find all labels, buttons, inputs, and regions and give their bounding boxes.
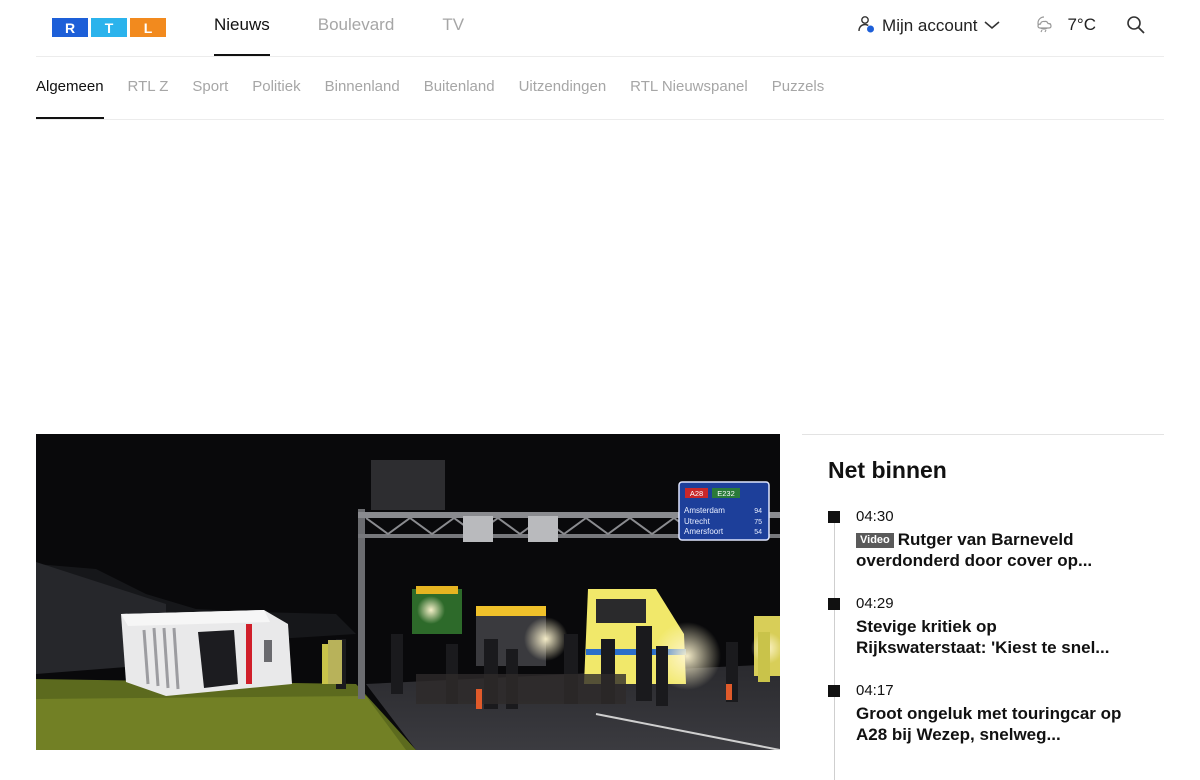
sign-city-1: Amsterdam <box>684 506 725 515</box>
timeline-dot <box>828 598 840 610</box>
sign-euro-number: E232 <box>717 489 735 498</box>
subnav-item-sport[interactable]: Sport <box>192 55 228 118</box>
sign-road-number: A28 <box>690 489 703 498</box>
search-button[interactable] <box>1126 15 1146 40</box>
nav-item-tv[interactable]: TV <box>442 0 464 53</box>
subnav-item-rtl-nieuwspanel[interactable]: RTL Nieuwspanel <box>630 55 748 118</box>
logo-letter-t: T <box>91 18 127 37</box>
sign-km-2: 75 <box>754 519 762 526</box>
overturned-bus <box>121 610 292 696</box>
account-menu[interactable]: Mijn account <box>856 14 1001 39</box>
sign-km-1: 94 <box>754 508 762 515</box>
headline-line-1: Stevige kritiek op <box>856 617 997 636</box>
subnav-item-buitenland[interactable]: Buitenland <box>424 55 495 118</box>
temperature: 7°C <box>1067 15 1096 34</box>
sub-nav: Algemeen RTL Z Sport Politiek Binnenland… <box>36 56 1164 120</box>
news-timeline: 04:30 Video Rutger van Barneveld overdond… <box>828 508 1164 780</box>
list-item[interactable]: 04:30 Video Rutger van Barneveld overdond… <box>828 508 1164 575</box>
headline-line-2: Rijkswaterstaat: 'Kiest te snel... <box>856 638 1110 657</box>
news-time: 04:17 <box>856 682 894 699</box>
sign-km-3: 54 <box>754 529 762 536</box>
subnav-item-uitzendingen[interactable]: Uitzendingen <box>519 55 607 118</box>
news-time: 04:29 <box>856 595 894 612</box>
main-nav: Nieuws Boulevard TV <box>214 0 512 56</box>
subnav-item-rtl-z[interactable]: RTL Z <box>128 55 169 118</box>
nav-item-boulevard[interactable]: Boulevard <box>318 0 395 53</box>
subnav-item-binnenland[interactable]: Binnenland <box>325 55 400 118</box>
logo-letter-r: R <box>52 18 88 37</box>
news-headline[interactable]: Groot ongeluk met touringcar op A28 bij … <box>856 703 1164 745</box>
weather-widget[interactable]: 7°C <box>1035 13 1096 38</box>
rtl-logo[interactable]: R T L <box>52 18 166 37</box>
hero-article-image[interactable]: A28 E232 Amsterdam 94 Utrecht 75 Amersfo… <box>36 434 780 750</box>
list-item[interactable]: 04:17 Groot ongeluk met touringcar op A2… <box>828 682 1164 749</box>
sign-city-2: Utrecht <box>684 517 711 526</box>
chevron-down-icon <box>983 16 1001 36</box>
headline-line-2: overdonderd door cover op... <box>856 551 1093 570</box>
timeline-dot <box>828 685 840 697</box>
headline-line-1: Groot ongeluk met touringcar op <box>856 704 1122 723</box>
subnav-item-puzzels[interactable]: Puzzels <box>772 55 825 118</box>
user-icon <box>856 14 876 39</box>
headline-line-1: Rutger van Barneveld <box>897 530 1074 549</box>
news-time: 04:30 <box>856 508 894 525</box>
timeline-dot <box>828 511 840 523</box>
sign-city-3: Amersfoort <box>684 527 724 536</box>
news-headline[interactable]: Video Rutger van Barneveld overdonderd do… <box>856 529 1164 571</box>
net-binnen-title: Net binnen <box>828 457 947 483</box>
net-binnen-panel: Net binnen 04:30 Video Rutger van Barneve… <box>802 434 1164 780</box>
video-badge: Video <box>856 533 894 548</box>
logo-letter-l: L <box>130 18 166 37</box>
highway-sign: A28 E232 Amsterdam 94 Utrecht 75 Amersfo… <box>678 481 770 541</box>
subnav-item-politiek[interactable]: Politiek <box>252 55 300 118</box>
news-headline[interactable]: Stevige kritiek op Rijkswaterstaat: 'Kie… <box>856 616 1164 658</box>
accident-scene-photo: A28 E232 Amsterdam 94 Utrecht 75 Amersfo… <box>36 434 780 750</box>
headline-line-2: A28 bij Wezep, snelweg... <box>856 725 1061 744</box>
subnav-item-algemeen[interactable]: Algemeen <box>36 55 104 119</box>
list-item[interactable]: 04:29 Stevige kritiek op Rijkswaterstaat… <box>828 595 1164 662</box>
header-tools: Mijn account 7°C <box>856 0 1164 56</box>
search-icon <box>1126 15 1146 39</box>
account-label: Mijn account <box>882 16 978 35</box>
cloud-night-icon <box>1035 13 1057 38</box>
top-header: R T L Nieuws Boulevard TV Mijn account 7… <box>36 0 1164 57</box>
nav-item-nieuws[interactable]: Nieuws <box>214 0 270 53</box>
